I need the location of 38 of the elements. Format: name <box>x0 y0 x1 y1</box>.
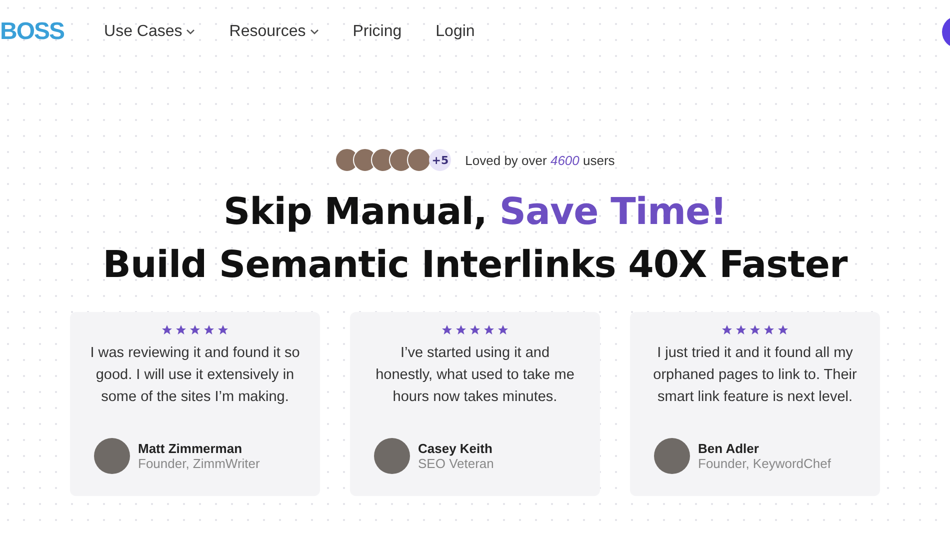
subheadline: Build Semantic Interlinks 40X Faster <box>102 243 848 286</box>
star-icon <box>189 324 201 336</box>
star-icon <box>483 324 495 336</box>
star-icon <box>217 324 229 336</box>
star-icon <box>721 324 733 336</box>
chevron-down-icon <box>186 29 196 35</box>
author-role: Founder, KeywordChef <box>698 456 831 471</box>
star-icon <box>497 324 509 336</box>
loved-by-text: Loved by over 4600 users <box>465 152 615 168</box>
author-role: Founder, ZimmWriter <box>138 456 260 471</box>
nav-link[interactable]: Login <box>436 23 475 41</box>
star-icon <box>455 324 467 336</box>
author-name: Casey Keith <box>418 441 494 456</box>
star-icon <box>203 324 215 336</box>
author-name: Ben Adler <box>698 441 760 456</box>
star-icon <box>777 324 789 336</box>
avatar <box>407 148 432 172</box>
nav-link[interactable]: Pricing <box>352 23 402 41</box>
author-role: SEO Veteran <box>418 456 494 471</box>
star-icon <box>763 324 775 336</box>
photo-placeholder <box>94 438 130 474</box>
author-name: Matt Zimmerman <box>138 441 244 456</box>
chevron-down-icon <box>310 29 319 35</box>
testimonial-quote: I was reviewing it and found it so good. I will use it extensively in some of the sites I’m making. <box>90 344 300 407</box>
star-icon <box>469 324 481 336</box>
testimonial-quote: I just tried it and it found all my orphaned pages to link to. Their smart link feature is next level. <box>652 344 858 407</box>
nav-link[interactable]: Resources <box>229 23 319 41</box>
more-users-badge: +5 <box>429 149 452 171</box>
star-icon <box>735 324 747 336</box>
star-icon <box>441 324 453 336</box>
photo-placeholder <box>654 438 690 474</box>
star-icon <box>749 324 761 336</box>
star-icon <box>175 324 187 336</box>
photo-placeholder <box>374 438 410 474</box>
nav-link[interactable]: Use Cases <box>104 23 196 41</box>
testimonial-quote: I’ve started using it and honestly, what used to take me hours now takes minutes. <box>374 344 576 407</box>
star-icon <box>161 324 173 336</box>
headline: Skip Manual, Save Time! <box>223 190 727 233</box>
